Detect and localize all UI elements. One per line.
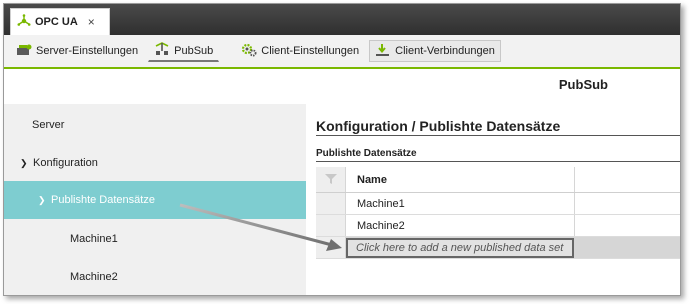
client-connections-button[interactable]: Client-Verbindungen <box>369 40 501 62</box>
nav-item-publishte-datensaetze[interactable]: ❯ Publishte Datensätze <box>4 181 306 219</box>
add-published-data-set-button[interactable]: Click here to add a new published data s… <box>346 238 574 258</box>
table-row[interactable]: Machine1 <box>316 193 680 215</box>
nav-item-konfiguration[interactable]: ❯ Konfiguration <box>4 144 306 182</box>
nav-item-label: Konfiguration <box>33 157 98 169</box>
tab-opc-ua[interactable]: OPC UA × <box>10 8 110 35</box>
column-separator <box>574 167 575 192</box>
nav-item-label: Server <box>32 119 65 131</box>
divider <box>316 161 680 162</box>
server-settings-button[interactable]: Server-Einstellungen <box>10 40 144 62</box>
column-separator <box>574 193 575 214</box>
server-settings-icon <box>16 43 32 60</box>
toolbar-label: Server-Einstellungen <box>36 45 139 57</box>
pubsub-icon <box>154 42 170 59</box>
column-header-name[interactable]: Name <box>357 167 387 192</box>
close-icon[interactable]: × <box>88 15 95 29</box>
tab-bar: OPC UA × <box>4 4 680 35</box>
table-header-row: Name <box>316 167 680 193</box>
window: OPC UA × Server-Einstellungen PubSub Cli… <box>3 3 681 296</box>
download-icon <box>375 43 391 60</box>
toolbar-label: Client-Einstellungen <box>261 45 360 57</box>
divider <box>316 135 680 136</box>
page-title: PubSub <box>558 77 608 92</box>
filter-icon[interactable] <box>324 173 338 188</box>
nav-item-label: Publishte Datensätze <box>51 194 155 206</box>
nav-item-machine2[interactable]: Machine2 <box>4 258 306 295</box>
table-cell: Machine1 <box>357 197 405 210</box>
toolbar: Server-Einstellungen PubSub Client-Einst… <box>4 35 680 69</box>
nav-item-label: Machine2 <box>70 271 118 283</box>
table-row[interactable]: Machine2 <box>316 215 680 237</box>
network-icon <box>17 13 31 31</box>
add-row: Click here to add a new published data s… <box>316 237 680 259</box>
table-cell: Machine2 <box>357 219 405 232</box>
chevron-down-icon: ❯ <box>20 157 28 168</box>
sidebar: Server ❯ Konfiguration ❯ Publishte Daten… <box>4 104 306 295</box>
row-gutter <box>316 193 346 214</box>
pubsub-button[interactable]: PubSub <box>148 40 220 62</box>
section-title: Konfiguration / Publishte Datensätze <box>316 118 561 134</box>
row-gutter <box>316 237 346 258</box>
nav-item-machine1[interactable]: Machine1 <box>4 220 306 258</box>
row-gutter <box>316 215 346 236</box>
datasets-table: Name Machine1 Machine2 Click here to add… <box>316 167 680 259</box>
toolbar-label: Client-Verbindungen <box>395 45 495 57</box>
tab-title: OPC UA <box>35 16 78 28</box>
row-gutter <box>316 167 346 192</box>
subsection-title: Publishte Datensätze <box>316 148 417 159</box>
nav-item-label: Machine1 <box>70 233 118 245</box>
nav-item-server[interactable]: Server <box>4 106 306 144</box>
toolbar-label: PubSub <box>174 44 214 57</box>
gear-icon <box>241 43 257 60</box>
column-separator <box>574 215 575 236</box>
client-settings-button[interactable]: Client-Einstellungen <box>235 40 365 62</box>
chevron-down-icon: ❯ <box>38 194 46 205</box>
